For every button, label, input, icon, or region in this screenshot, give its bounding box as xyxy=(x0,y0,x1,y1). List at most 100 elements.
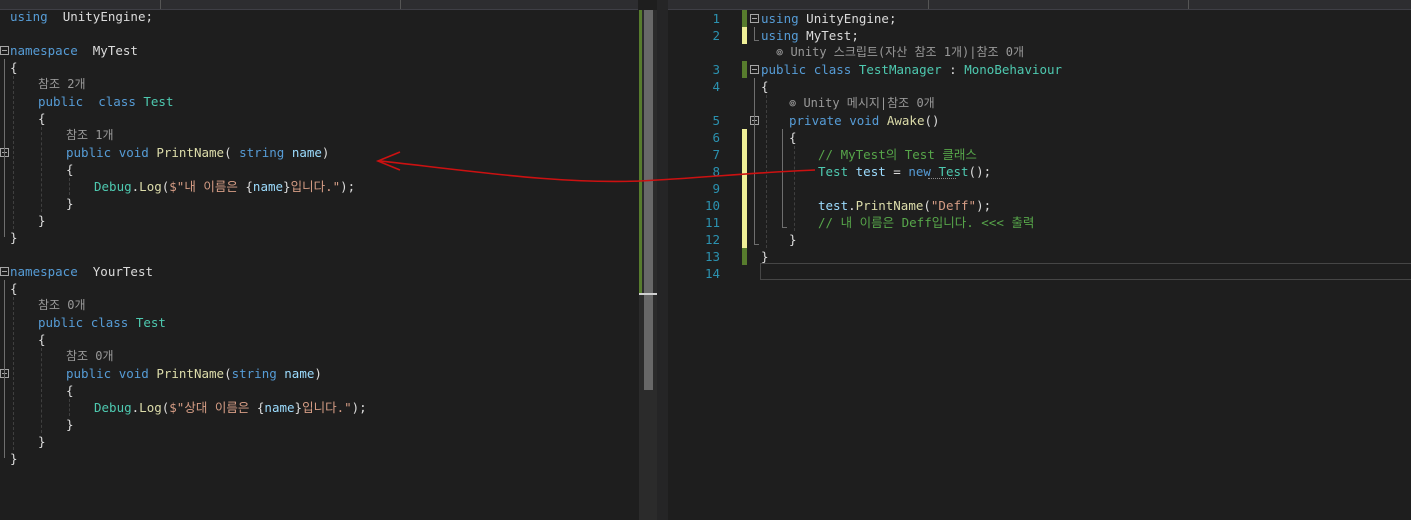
line-number: 6 xyxy=(712,130,720,145)
line-number: 1 xyxy=(712,11,720,26)
code-line: } xyxy=(10,450,18,467)
code-token: class xyxy=(90,94,136,109)
collapse-toggle-icon[interactable] xyxy=(0,46,9,55)
right-code-editor[interactable]: 1 using UnityEngine; 2 using MyTest; ⊚ Unity… xyxy=(668,10,1411,520)
line-number: 14 xyxy=(704,266,720,281)
code-token: { xyxy=(66,383,74,398)
codelens-reference-count: 참조 0개 xyxy=(66,349,114,363)
code-line: { xyxy=(761,78,769,95)
code-line: public class Test xyxy=(38,314,166,331)
outline-bracket xyxy=(754,78,759,245)
code-token: PrintName xyxy=(855,198,924,213)
code-line: } xyxy=(10,229,18,246)
code-line: } xyxy=(66,195,74,212)
line-number: 9 xyxy=(712,181,720,196)
code-line: } xyxy=(38,433,46,450)
code-token: = xyxy=(885,164,909,179)
code-token: UnityEngine; xyxy=(798,11,897,26)
code-token: Test xyxy=(143,94,174,109)
code-token: MyTest xyxy=(77,43,138,58)
code-line: { xyxy=(10,280,18,297)
left-navigation-bar[interactable] xyxy=(0,0,638,10)
change-tracking-marker xyxy=(742,129,747,248)
code-token: ); xyxy=(340,179,356,194)
code-token: void xyxy=(118,366,149,381)
code-line: Test test = new Test(); xyxy=(818,163,991,180)
code-token: ( xyxy=(224,366,232,381)
code-token: 입니다." xyxy=(290,179,341,194)
code-token: namespace xyxy=(10,264,78,279)
code-line: public void PrintName(string name) xyxy=(66,365,322,382)
line-number: 5 xyxy=(712,113,720,128)
collapse-toggle-icon[interactable] xyxy=(750,14,759,23)
collapse-toggle-icon[interactable] xyxy=(750,65,759,74)
code-line: public class TestManager : MonoBehaviour xyxy=(761,61,1062,78)
code-token: name xyxy=(291,145,322,160)
code-token: public xyxy=(38,315,84,330)
code-token: ( xyxy=(923,198,931,213)
left-code-editor[interactable]: using UnityEngine; namespace MyTest{참조 2개… xyxy=(0,10,638,520)
code-line: using UnityEngine; xyxy=(761,10,896,27)
indent-guide xyxy=(794,146,795,231)
code-token: } xyxy=(283,179,291,194)
code-line: namespace YourTest xyxy=(10,263,153,280)
code-token: "Deff" xyxy=(930,198,977,213)
code-token: } xyxy=(10,230,18,245)
code-token: { xyxy=(789,130,797,145)
code-token: Awake xyxy=(886,113,925,128)
code-token: } xyxy=(38,213,46,228)
line-number: 2 xyxy=(712,28,720,43)
code-line: Debug.Log($"상대 이름은 {name}입니다."); xyxy=(94,399,367,416)
code-token: class xyxy=(90,315,129,330)
code-token: Log xyxy=(139,400,162,415)
code-token: PrintName xyxy=(156,366,225,381)
line-number: 4 xyxy=(712,79,720,94)
indent-guide xyxy=(41,127,42,212)
code-token: public xyxy=(38,94,84,109)
code-token: namespace xyxy=(10,43,78,58)
pane-divider[interactable] xyxy=(657,0,668,520)
current-line-highlight xyxy=(760,263,1411,280)
code-token: UnityEngine; xyxy=(47,10,153,24)
code-token: public xyxy=(761,62,807,77)
code-token: Test xyxy=(135,315,166,330)
code-token: Test xyxy=(818,164,849,179)
code-token: ) xyxy=(314,366,322,381)
code-line: namespace MyTest xyxy=(10,42,138,59)
change-tracking-marker xyxy=(742,27,747,44)
code-line: // 내 이름은 Deff입니다. <<< 출력 xyxy=(818,214,1034,231)
code-token: () xyxy=(924,113,940,128)
collapse-toggle-icon[interactable] xyxy=(0,267,9,276)
nav-separator xyxy=(400,0,401,9)
indent-guide xyxy=(13,76,14,229)
right-navigation-bar[interactable] xyxy=(668,0,1411,10)
code-token: . xyxy=(848,198,856,213)
code-token: ); xyxy=(351,400,367,415)
code-token: Debug xyxy=(94,400,132,415)
code-line: Debug.Log($"내 이름은 {name}입니다."); xyxy=(94,178,355,195)
codelens-reference-count: ⊚ Unity 메시지|참조 0개 xyxy=(789,96,935,110)
code-token: // 내 이름은 Deff입니다. <<< 출력 xyxy=(818,215,1035,230)
code-token: // MyTest의 Test 클래스 xyxy=(818,147,977,162)
left-scrollbar-thumb[interactable] xyxy=(644,10,653,390)
code-token: } xyxy=(761,249,769,264)
code-line: { xyxy=(789,129,797,146)
code-token: string xyxy=(239,145,285,160)
code-line: test.PrintName("Deff"); xyxy=(818,197,991,214)
line-number: 13 xyxy=(704,249,720,264)
indent-guide xyxy=(69,399,70,416)
left-editor-scrollbar[interactable] xyxy=(639,10,657,520)
code-token: $"내 이름은 xyxy=(169,179,246,194)
line-number: 11 xyxy=(704,215,720,230)
line-number: 8 xyxy=(712,164,720,179)
code-token: ) xyxy=(321,145,330,160)
code-token: TestManager xyxy=(858,62,942,77)
code-token: 입니다." xyxy=(302,400,352,415)
code-line: { xyxy=(38,110,46,127)
